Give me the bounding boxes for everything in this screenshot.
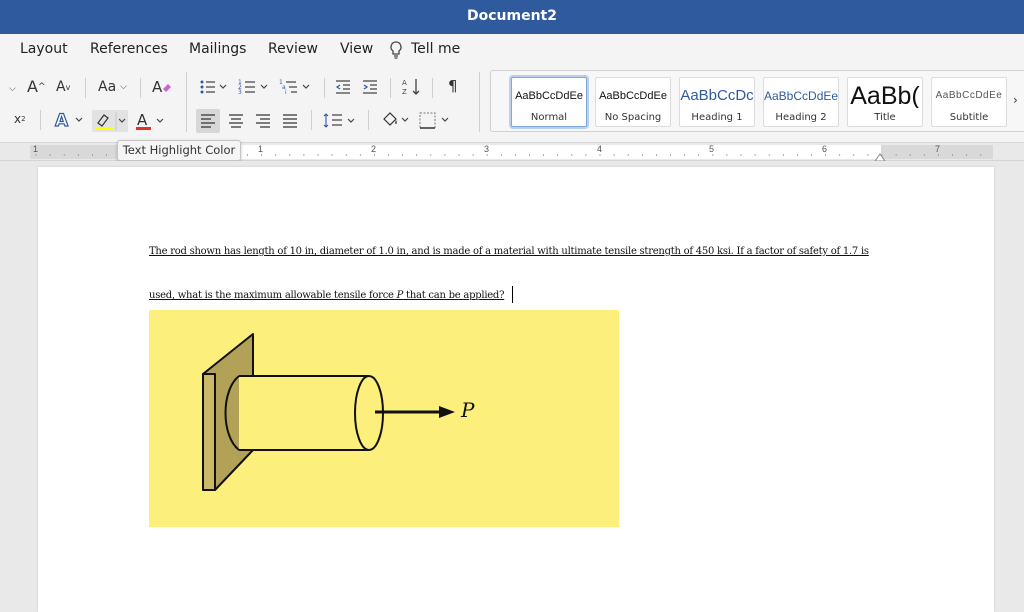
style-name: Normal [530, 112, 568, 123]
text-cursor [512, 286, 513, 303]
style-name: Title [874, 112, 896, 123]
shrink-font-icon[interactable]: Av [56, 79, 70, 95]
menu-review[interactable]: Review [268, 41, 318, 57]
style-normal[interactable]: AaBbCcDdEe Normal [511, 77, 587, 127]
menu-references[interactable]: References [90, 41, 168, 57]
paragraph-marks-icon[interactable]: ¶ [448, 77, 458, 95]
document-page[interactable]: The rod shown has length of 10 in, diame… [38, 167, 994, 612]
font-size-dropdown-icon[interactable]: ⌵ [9, 83, 16, 94]
bullets-icon[interactable] [199, 78, 227, 96]
svg-text:A: A [152, 78, 163, 96]
font-color-icon[interactable]: A [135, 110, 167, 132]
style-name: Subtitle [949, 112, 989, 123]
shading-icon[interactable] [380, 110, 412, 130]
ruler-number: 2 [371, 144, 377, 154]
style-heading-2[interactable]: AaBbCcDdEe Heading 2 [763, 77, 839, 127]
paragraph-line-2-start: used, what is the maximum allowable tens… [149, 290, 397, 301]
document-area: The rod shown has length of 10 in, diame… [0, 161, 1024, 612]
change-case-button[interactable]: Aa ⌵ [98, 79, 127, 95]
highlight-color-icon[interactable] [92, 110, 128, 132]
chevron-right-icon[interactable]: › [1013, 93, 1018, 107]
align-center-icon[interactable] [227, 112, 245, 130]
style-name: Heading 2 [775, 112, 827, 123]
numbering-icon[interactable]: 123 [238, 78, 268, 96]
lightbulb-icon[interactable] [388, 40, 404, 64]
ruler-number: 4 [597, 144, 603, 154]
style-title[interactable]: AaBb( Title [847, 77, 923, 127]
style-sample: AaBbCcDc [680, 87, 754, 104]
tell-me-search[interactable]: Tell me [411, 41, 460, 57]
ruler-number: 6 [822, 144, 828, 154]
paragraph-line-1[interactable]: The rod shown has length of 10 in, diame… [149, 246, 869, 257]
line-spacing-icon[interactable] [323, 111, 357, 131]
align-right-icon[interactable] [254, 112, 272, 130]
styles-gallery: AaBbCcDdEe Normal AaBbCcDdEe No Spacing … [490, 70, 1024, 132]
align-left-icon[interactable] [196, 109, 220, 133]
menu-bar: Layout References Mailings Review View T… [0, 34, 1024, 66]
menu-mailings[interactable]: Mailings [189, 41, 246, 57]
highlight-tooltip: Text Highlight Color [117, 140, 241, 161]
clear-formatting-icon[interactable]: A [151, 77, 173, 97]
style-heading-1[interactable]: AaBbCcDc Heading 1 [679, 77, 755, 127]
svg-text:A: A [137, 111, 148, 129]
multilevel-list-icon[interactable]: 1ai [279, 78, 311, 96]
paragraph-line-2-end: that can be applied? [403, 290, 505, 301]
svg-text:i: i [285, 89, 287, 96]
style-sample: AaBbCcDdEe [935, 90, 1003, 101]
style-no-spacing[interactable]: AaBbCcDdEe No Spacing [595, 77, 671, 127]
svg-text:Z: Z [402, 88, 407, 96]
style-subtitle[interactable]: AaBbCcDdEe Subtitle [931, 77, 1007, 127]
superscript-icon[interactable]: x2 [14, 112, 26, 126]
menu-layout[interactable]: Layout [20, 41, 68, 57]
ribbon: ⌵ A ^ Av Aa ⌵ A 123 1ai AZ ¶ x2 A A AaBb… [0, 66, 1024, 143]
style-sample: AaBbCcDdEe [599, 90, 667, 102]
style-name: No Spacing [604, 112, 662, 123]
rod-figure[interactable]: P [149, 310, 619, 527]
sort-icon[interactable]: AZ [402, 77, 422, 97]
ruler-number: 1 [258, 144, 264, 154]
ruler-number: 3 [484, 144, 490, 154]
svg-text:A: A [55, 111, 69, 130]
svg-text:3: 3 [238, 89, 242, 96]
style-sample: AaBb( [850, 84, 920, 108]
borders-icon[interactable] [418, 110, 452, 130]
decrease-indent-icon[interactable] [334, 78, 352, 96]
text-effects-icon[interactable]: A [54, 110, 86, 130]
menu-view[interactable]: View [340, 41, 373, 57]
force-label: P [461, 398, 475, 422]
ruler-number: 7 [935, 144, 941, 154]
style-sample: AaBbCcDdEe [764, 89, 838, 103]
grow-font-icon[interactable]: A ^ [27, 77, 46, 96]
style-sample: AaBbCcDdEe [515, 90, 583, 102]
svg-text:A: A [402, 79, 407, 87]
window-title: Document2 [0, 0, 1024, 34]
ruler-number: 1 [33, 144, 39, 154]
ruler-number: 5 [709, 144, 715, 154]
increase-indent-icon[interactable] [361, 78, 379, 96]
justify-icon[interactable] [281, 112, 299, 130]
change-case-label: Aa [98, 79, 117, 95]
style-name: Heading 1 [691, 112, 743, 123]
paragraph-line-2[interactable]: used, what is the maximum allowable tens… [149, 290, 504, 301]
